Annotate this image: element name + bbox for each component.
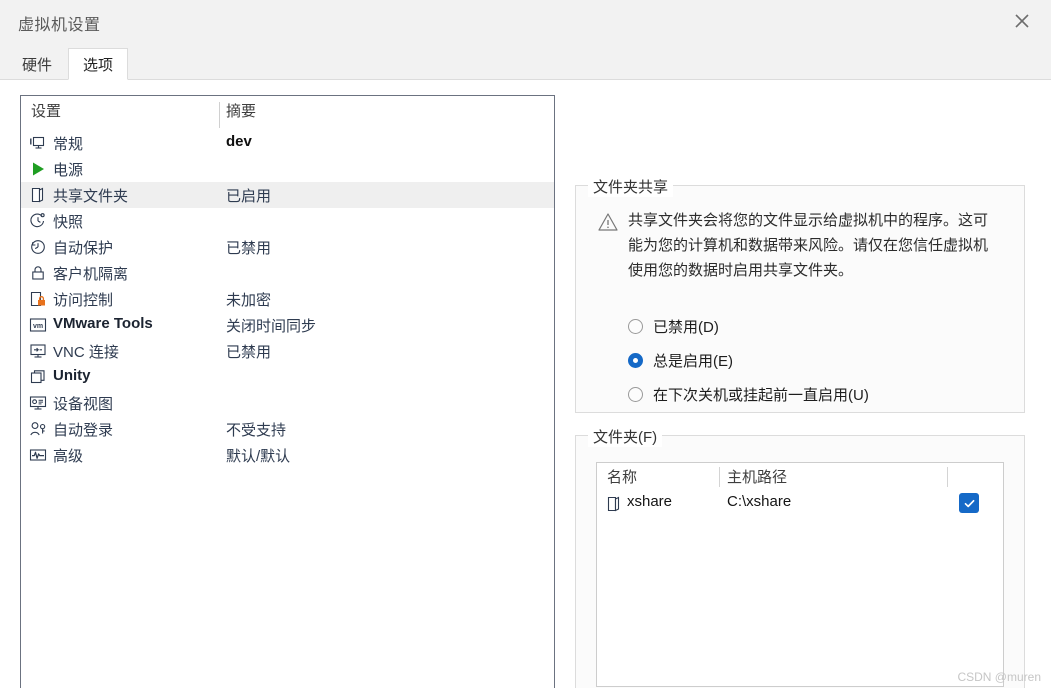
folder-sharing-warning: 共享文件夹会将您的文件显示给虚拟机中的程序。这可能为您的计算机和数据带来风险。请…: [628, 212, 989, 279]
auto-login-icon: [29, 420, 47, 438]
vm-settings-dialog: 虚拟机设置 硬件 选项 设置 摘要 常规 dev 电源 共享文件夹 已启用 快照 自动保护已…: [0, 0, 1051, 688]
folder-sharing-title: 文件夹共享: [588, 176, 674, 197]
folder-host-path: C:\xshare: [727, 493, 792, 510]
settings-row-9[interactable]: VNC 连接 已禁用: [21, 338, 554, 364]
settings-row-label: 常规: [53, 136, 84, 153]
folder-sharing-group: 文件夹共享 共享文件夹会将您的文件显示给虚拟机中的程序。这可能为您的计算机和数据…: [575, 176, 1025, 413]
folders-table-header: 名称 主机路径: [597, 463, 1003, 489]
vmware-tools-icon: vm: [29, 316, 47, 334]
settings-row-10[interactable]: Unity: [21, 364, 554, 390]
close-icon[interactable]: [1003, 5, 1041, 37]
title-bar: 虚拟机设置: [0, 0, 1051, 42]
tab-hardware-label: 硬件: [22, 56, 53, 74]
power-play-icon: [29, 160, 47, 178]
settings-row-summary: 默认/默认: [226, 448, 291, 465]
monitor-icon: [29, 134, 47, 152]
settings-row-summary: 已禁用: [226, 240, 272, 257]
folders-group: 文件夹(F) 名称 主机路径 xshare C:\xshare: [575, 426, 1025, 688]
settings-row-summary: 已禁用: [226, 344, 272, 361]
settings-row-label: 访问控制: [53, 292, 114, 309]
folders-table[interactable]: 名称 主机路径 xshare C:\xshare: [596, 462, 1004, 687]
settings-row-label: VMware Tools: [53, 315, 153, 332]
folders-divider-2: [947, 467, 948, 487]
device-view-icon: [29, 394, 47, 412]
settings-row-label: Unity: [53, 367, 91, 384]
settings-row-summary: 未加密: [226, 292, 272, 309]
radio-disabled-indicator: [628, 319, 643, 334]
column-divider: [219, 102, 220, 128]
settings-row-label: 电源: [53, 162, 84, 179]
settings-list[interactable]: 设置 摘要 常规 dev 电源 共享文件夹 已启用 快照 自动保护 已禁用 客户机隔离 访问控制未…: [20, 95, 555, 688]
radio-always-enabled-indicator: [628, 353, 643, 368]
folders-divider-1: [719, 467, 720, 487]
radio-until-shutdown[interactable]: 在下次关机或挂起前一直启用(U): [628, 384, 869, 405]
folder-enabled-checkbox[interactable]: [959, 493, 979, 513]
access-control-icon: [29, 290, 47, 308]
settings-row-label: 自动登录: [53, 422, 114, 439]
watermark: CSDN @muren: [957, 670, 1041, 684]
settings-row-1[interactable]: 常规 dev: [21, 130, 554, 156]
radio-disabled[interactable]: 已禁用(D): [628, 316, 719, 337]
folder-name: xshare: [627, 493, 673, 510]
settings-row-label: VNC 连接: [53, 344, 119, 361]
settings-row-5[interactable]: 自动保护 已禁用: [21, 234, 554, 260]
settings-row-13[interactable]: 高级 默认/默认: [21, 442, 554, 468]
radio-until-shutdown-indicator: [628, 387, 643, 402]
settings-row-label: 高级: [53, 448, 84, 465]
unity-icon: [29, 368, 47, 386]
column-header-summary: 摘要: [226, 103, 257, 120]
content-pane: 设置 摘要 常规 dev 电源 共享文件夹 已启用 快照 自动保护 已禁用 客户机隔离 访问控制未…: [0, 80, 1051, 688]
settings-row-label: 共享文件夹: [53, 188, 129, 205]
shared-folder-icon: [29, 186, 47, 204]
settings-row-label: 快照: [53, 214, 84, 231]
radio-always-enabled-label: 总是启用(E): [653, 353, 733, 370]
settings-row-summary: 不受支持: [226, 422, 287, 439]
settings-row-label: 自动保护: [53, 240, 114, 257]
radio-always-enabled[interactable]: 总是启用(E): [628, 350, 733, 371]
autoprotect-icon: [29, 238, 47, 256]
tab-strip: 硬件 选项: [0, 42, 1051, 80]
settings-row-11[interactable]: 设备视图: [21, 390, 554, 416]
settings-row-6[interactable]: 客户机隔离: [21, 260, 554, 286]
settings-row-summary: 关闭时间同步: [226, 318, 317, 335]
settings-list-header: 设置 摘要: [21, 96, 554, 124]
advanced-icon: [29, 446, 47, 464]
settings-row-7[interactable]: 访问控制 未加密: [21, 286, 554, 312]
settings-row-summary: dev: [226, 133, 252, 150]
table-row[interactable]: xshare C:\xshare: [597, 491, 1003, 517]
warning-triangle-icon: [598, 212, 618, 232]
folders-column-name: 名称: [607, 469, 638, 486]
settings-row-8[interactable]: vm VMware Tools 关闭时间同步: [21, 312, 554, 338]
settings-row-label: 设备视图: [53, 396, 114, 413]
radio-until-shutdown-label: 在下次关机或挂起前一直启用(U): [653, 387, 869, 404]
svg-text:vm: vm: [33, 323, 43, 330]
radio-disabled-label: 已禁用(D): [653, 319, 719, 336]
settings-row-label: 客户机隔离: [53, 266, 129, 283]
folders-title: 文件夹(F): [588, 426, 663, 447]
tab-options[interactable]: 选项: [68, 48, 129, 80]
window-title: 虚拟机设置: [18, 17, 101, 34]
settings-row-12[interactable]: 自动登录 不受支持: [21, 416, 554, 442]
vnc-icon: [29, 342, 47, 360]
settings-row-2[interactable]: 电源: [21, 156, 554, 182]
tab-hardware[interactable]: 硬件: [8, 48, 66, 80]
folder-icon: [605, 495, 623, 513]
snapshot-clock-icon: [29, 212, 47, 230]
padlock-icon: [29, 264, 47, 282]
settings-row-4[interactable]: 快照: [21, 208, 554, 234]
tab-options-label: 选项: [83, 56, 114, 74]
settings-row-3[interactable]: 共享文件夹 已启用: [21, 182, 554, 208]
column-header-name: 设置: [31, 103, 62, 120]
settings-row-summary: 已启用: [226, 188, 272, 205]
folders-column-path: 主机路径: [727, 469, 788, 486]
